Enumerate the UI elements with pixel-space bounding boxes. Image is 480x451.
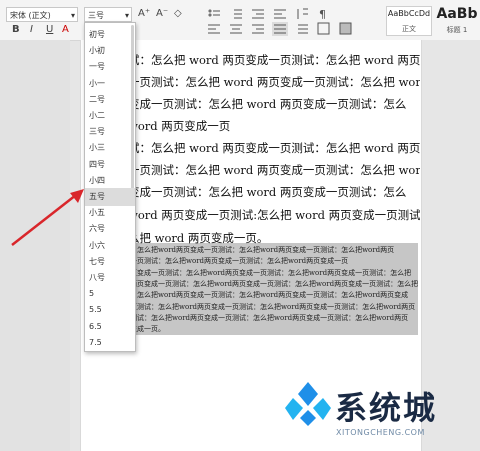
font-size-value: 三号 [88,11,104,20]
font-size-dropdown[interactable]: 初号 小初 一号 小一 二号 小二 三号 小三 四号 小四 五号 小五 六号 小六 七号 八号 5 5.5 6.5 7… [84,22,136,352]
outdent-icon [274,9,286,19]
font-size-select[interactable]: 三号 ▾ [84,7,132,22]
indent-icon [252,9,264,19]
align-right-icon [252,24,264,34]
document-small-line: ：怎么把word两页变成一页测试：怎么把word两页变成一页测试：怎么把word… [130,246,395,254]
style-heading1[interactable]: AaBb 标题 1 [434,6,480,36]
align-center-icon [230,24,242,34]
svg-text:¶: ¶ [319,8,326,21]
align-left-icon [208,24,220,34]
font-color-button[interactable]: A [62,24,69,35]
style-heading1-sample: AaBb [436,6,478,22]
grow-font-button[interactable]: A⁺ [138,8,150,19]
document-line: 试：怎么把 word 两页变成一页测试：怎么把 word 两页变 [128,141,420,155]
document-line: 么把 word 两页变成一页。 [128,231,269,245]
font-size-option[interactable]: 7.5 [85,334,135,352]
document-line: word 两页变成一页 [128,119,231,133]
document-small-line: 两页变成一页测试：怎么把word两页变成一页测试：怎么把word两页变成一页测试… [130,279,418,288]
watermark-brand: 系统城 [335,389,438,427]
red-arrow-annotation [11,189,84,246]
document-small-line: 页测试：怎么把word两页变成一页测试：怎么把word两页变成一页测试：怎么把w… [130,302,416,311]
show-marks-icon: ¶ [319,8,326,21]
clear-format-button[interactable]: ◇ [174,8,182,19]
style-normal-sample: AaBbCcDd [387,9,431,18]
document-line: 试：怎么把 word 两页变成一页测试：怎么把 word 两页变 [128,53,420,67]
document-line: 变成一页测试：怎么把 word 两页变成一页测试：怎么 [128,97,407,111]
document-line: 变成一页测试：怎么把 word 两页变成一页测试：怎么 [128,185,407,199]
xitongcheng-logo-icon [285,382,331,426]
chevron-down-icon: ▾ [124,11,129,20]
style-normal-label: 正文 [402,25,416,33]
document-small-line: 一页测试：怎么把word两页变成一页测试：怎么把word两页变成一页 [130,257,349,266]
bullet-list-icon [208,9,220,17]
justify-icon [272,22,288,36]
document-small-line: 页变成一页测试：怎么把word两页变成一页测试：怎么把word两页变成一页测试：… [130,268,412,277]
document-small-line: 变成一页。 [130,325,165,334]
borders-icon [317,22,330,35]
sort-icon [297,8,308,19]
document-line: word 两页变成一页测试:怎么把 word 两页变成一页测试： [128,208,420,222]
shading-icon [339,22,352,35]
document-line: 一页测试：怎么把 word 两页变成一页测试：怎么把 word [128,163,420,177]
paragraph-tools: ¶ [208,8,352,36]
shrink-font-button[interactable]: A⁻ [156,8,168,19]
font-name-select[interactable]: 宋体 (正文) ▾ [6,7,78,22]
watermark-url: XITONGCHENG.COM [336,428,425,437]
style-heading1-label: 标题 1 [446,26,468,34]
number-list-icon [234,9,242,19]
style-normal[interactable]: AaBbCcDd 正文 [386,6,432,36]
document-small-line: ：怎么把word两页变成一页测试：怎么把word两页变成一页测试：怎么把word… [130,291,409,300]
chevron-down-icon: ▾ [70,11,75,20]
ribbon-toolbar: 宋体 (正文) ▾ 三号 ▾ A⁺ A⁻ ◇ B I U A ¶ AaBbCcD… [0,0,480,41]
document-small-line: 测试：怎么把word两页变成一页测试：怎么把word两页变成一页测试：怎么把wo… [130,313,409,322]
font-name-value: 宋体 (正文) [10,11,51,20]
document-line: 一页测试：怎么把 word 两页变成一页测试：怎么把 word [128,75,420,89]
line-spacing-icon [298,24,308,34]
bold-button[interactable]: B [12,24,20,35]
italic-button[interactable]: I [30,24,33,35]
underline-button[interactable]: U [46,24,53,35]
